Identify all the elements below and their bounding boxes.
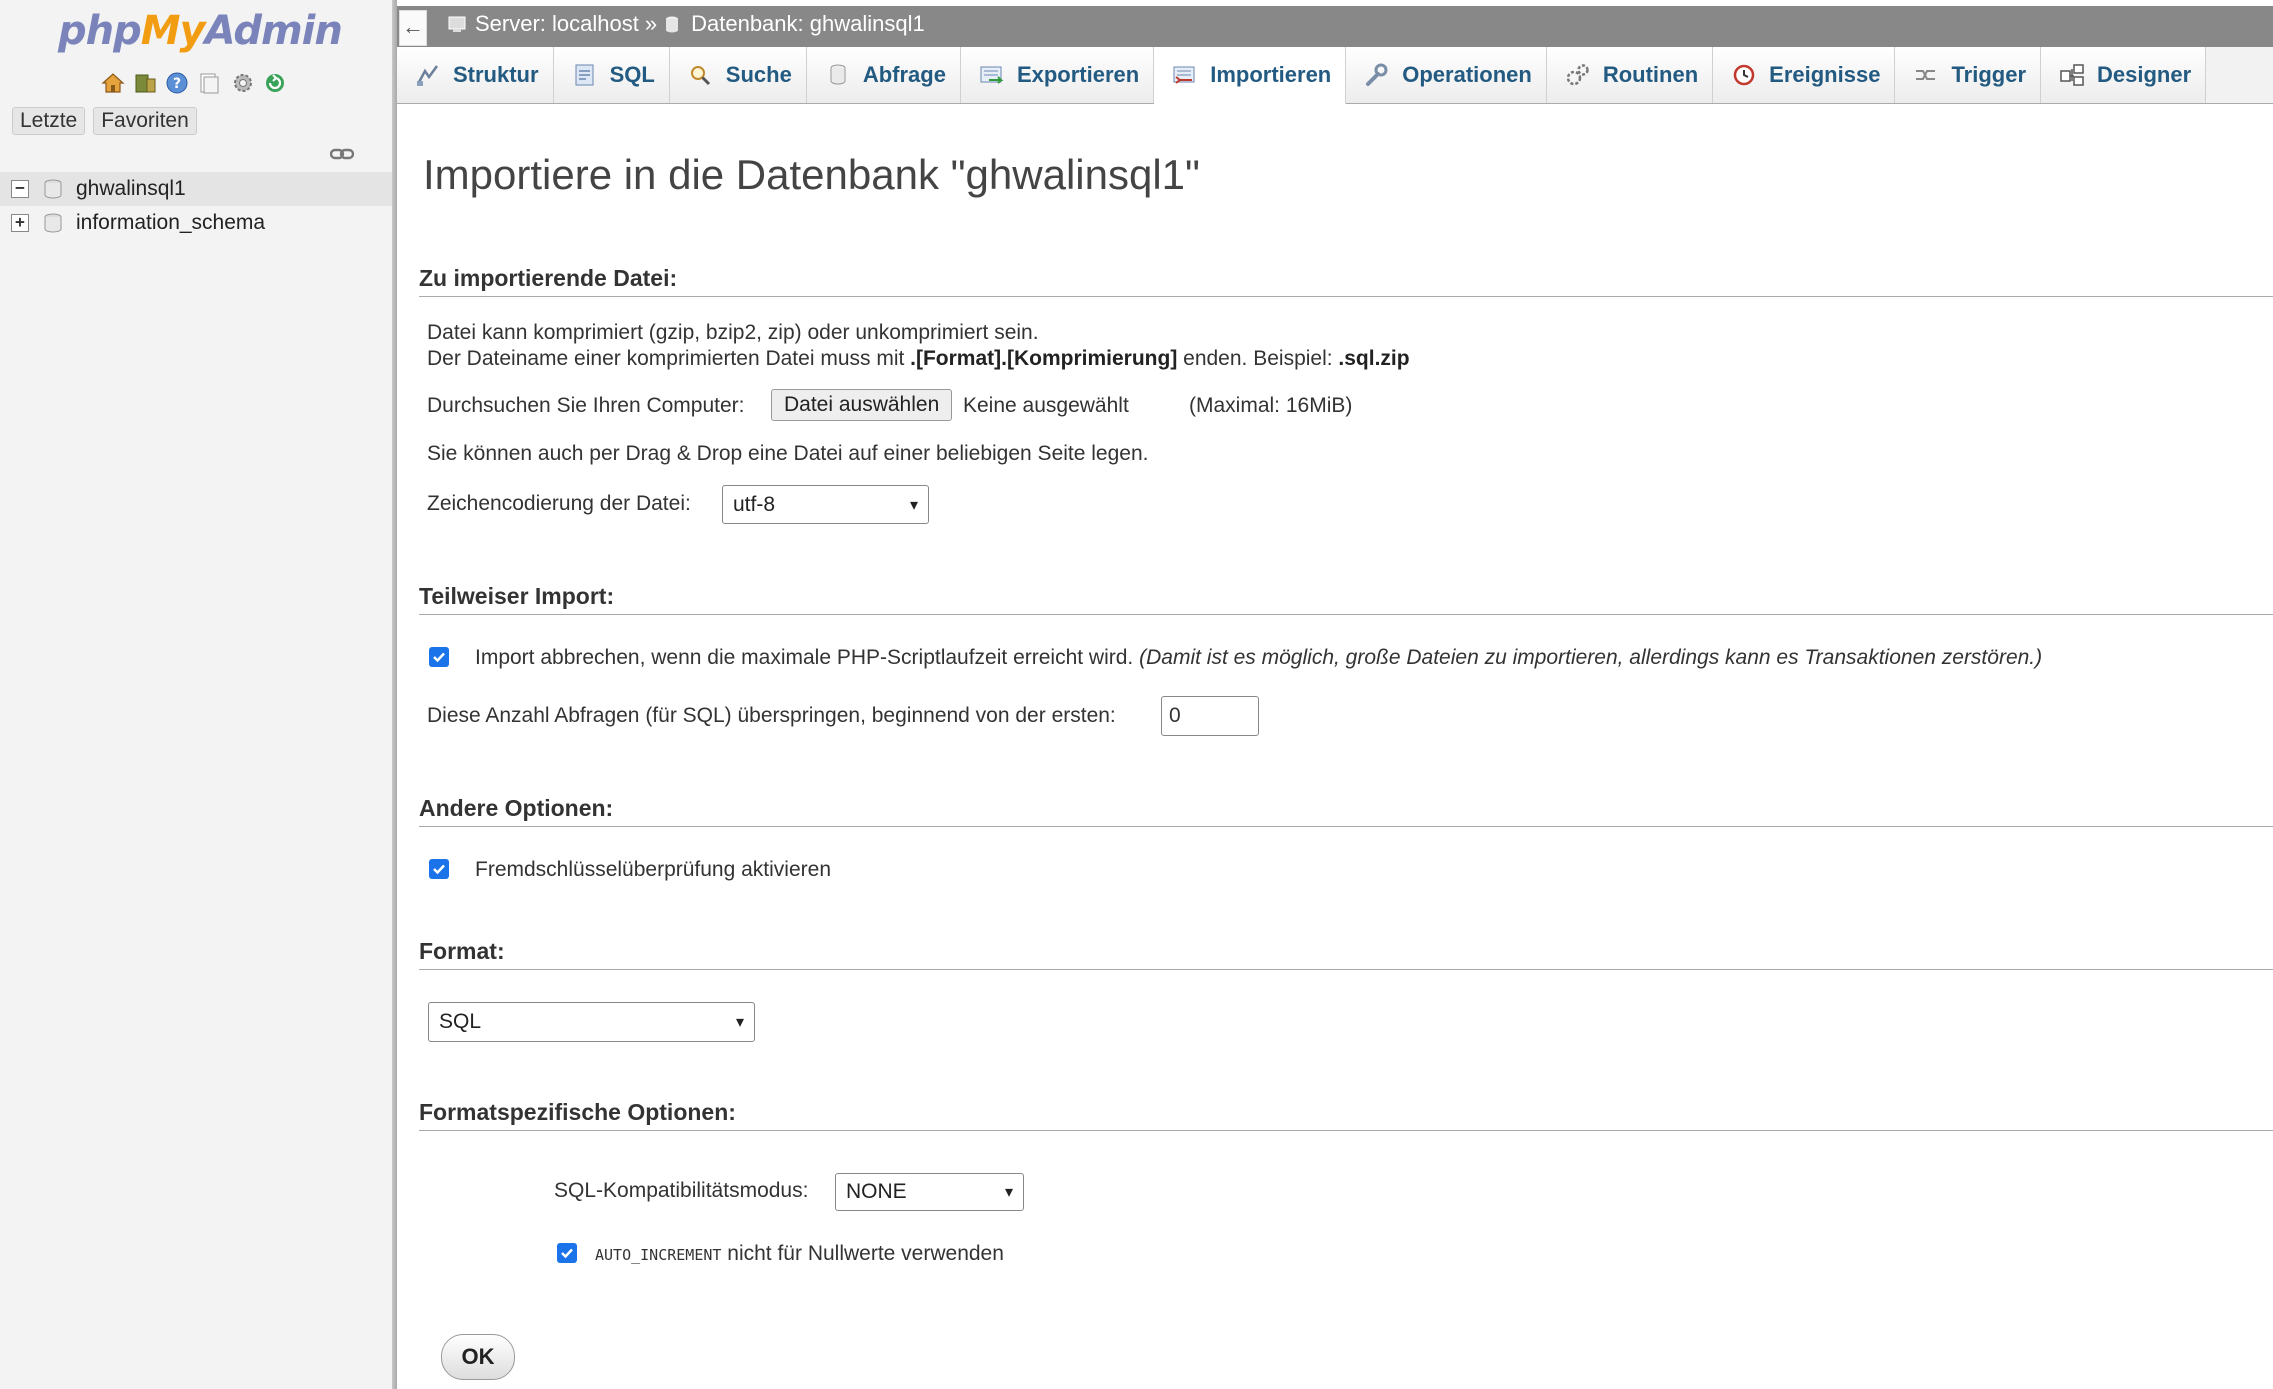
export-icon [979,63,1005,87]
collapse-icon[interactable]: − [11,180,29,198]
sql-icon [572,63,598,87]
skip-queries-input[interactable]: 0 [1161,696,1259,736]
tab-struktur[interactable]: Struktur [397,47,554,103]
browse-label: Durchsuchen Sie Ihren Computer: [427,394,745,417]
format-heading: Format: [419,938,2273,970]
chevron-down-icon: ▾ [735,1014,744,1031]
breadcrumb-bar: ← Server: localhost » Datenbank: ghwalin… [397,0,2273,47]
no-auto-value-on-zero-checkbox[interactable] [557,1243,577,1263]
chevron-down-icon: ▾ [909,496,918,514]
no-file-selected: Keine ausgewählt [963,394,1129,417]
expand-icon[interactable]: + [11,214,29,232]
other-options-heading: Andere Optionen: [419,795,2273,827]
ok-button[interactable]: OK [441,1334,515,1380]
tab-exportieren[interactable]: Exportieren [960,47,1155,103]
help-icon[interactable]: ? [164,70,190,96]
database-tree-item[interactable]: + information_schema [0,206,392,240]
database-icon [42,213,64,233]
interrupt-label[interactable]: Import abbrechen, wenn die maximale PHP-… [475,646,2042,670]
choose-file-button[interactable]: Datei auswählen [771,389,953,421]
tab-ereignisse[interactable]: Ereignisse [1713,47,1896,103]
chevron-down-icon: ▾ [1004,1184,1013,1201]
documentation-icon[interactable] [196,70,222,96]
link-with-main-panel-icon[interactable] [329,144,355,160]
foreign-key-checkbox[interactable] [429,859,449,879]
clock-icon [1731,63,1757,87]
home-icon[interactable] [100,70,126,96]
tab-sql[interactable]: SQL [553,47,670,103]
phpmyadmin-logo[interactable]: phpMyAdmin [58,8,343,54]
import-icon [1172,63,1198,87]
database-tree: − ghwalinsql1 + information_schema [0,172,392,240]
breadcrumb-separator: » [644,11,658,36]
tab-suche[interactable]: Suche [669,47,807,103]
import-page: Importiere in die Datenbank "ghwalinsql1… [397,103,2273,1389]
database-icon [663,14,685,34]
compression-info: Datei kann komprimiert (gzip, bzip2, zip… [427,321,1039,344]
interrupt-note: (Damit ist es möglich, große Dateien zu … [1139,646,2043,669]
routines-icon [1565,63,1591,87]
wrench-icon [1364,63,1390,87]
collapse-sidebar-button[interactable]: ← [399,10,427,46]
format-options-heading: Formatspezifische Optionen: [419,1099,2273,1131]
charset-label: Zeichencodierung der Datei: [427,492,691,515]
main-tabs: Struktur SQL Suche Abfrage Exportieren I… [397,47,2273,104]
foreign-key-label[interactable]: Fremdschlüsselüberprüfung aktivieren [475,858,831,882]
tab-trigger[interactable]: Trigger [1895,47,2042,103]
compat-mode-label: SQL-Kompatibilitätsmodus: [554,1179,809,1202]
query-icon [825,63,851,87]
interrupt-checkbox[interactable] [429,647,449,667]
skip-queries-label: Diese Anzahl Abfragen (für SQL) überspri… [427,704,1116,727]
structure-icon [415,63,441,87]
settings-icon[interactable] [230,70,256,96]
compat-mode-select[interactable]: NONE ▾ [835,1173,1024,1211]
server-icon [447,14,469,34]
page-title: Importiere in die Datenbank "ghwalinsql1… [423,151,1200,198]
database-icon[interactable] [132,70,158,96]
database-name[interactable]: ghwalinsql1 [76,177,186,201]
designer-icon [2059,63,2085,87]
max-upload-size: (Maximal: 16MiB) [1189,394,1353,417]
trigger-icon [1913,63,1939,87]
drag-drop-hint: Sie können auch per Drag & Drop eine Dat… [427,442,1149,465]
tab-routinen[interactable]: Routinen [1546,47,1714,103]
charset-select[interactable]: utf-8 ▾ [722,485,929,524]
database-icon [42,179,64,199]
reload-icon[interactable] [262,70,288,96]
filename-info: Der Dateiname einer komprimierten Datei … [427,347,1410,370]
breadcrumb-database[interactable]: Datenbank: ghwalinsql1 [691,11,925,37]
auto-increment-label[interactable]: AUTO_INCREMENT nicht für Nullwerte verwe… [595,1242,1004,1266]
breadcrumb-server[interactable]: Server: localhost [475,11,639,37]
svg-text:?: ? [173,76,181,92]
navigation-sidebar: phpMyAdmin ? Letzte Favoriten − ghwalins… [0,0,392,1389]
breadcrumb: Server: localhost » Datenbank: ghwalinsq… [447,11,925,37]
partial-import-heading: Teilweiser Import: [419,583,2273,615]
database-tree-item[interactable]: − ghwalinsql1 [0,172,392,206]
database-name[interactable]: information_schema [76,211,265,235]
tab-importieren[interactable]: Importieren [1154,47,1347,104]
tab-operationen[interactable]: Operationen [1346,47,1547,103]
tab-designer[interactable]: Designer [2041,47,2207,103]
file-section-heading: Zu importierende Datei: [419,265,2273,297]
search-icon [688,63,714,87]
favorite-tables-button[interactable]: Favoriten [93,107,197,135]
format-select[interactable]: SQL ▾ [428,1002,755,1042]
recent-tables-button[interactable]: Letzte [12,107,86,135]
tab-abfrage[interactable]: Abfrage [806,47,961,103]
